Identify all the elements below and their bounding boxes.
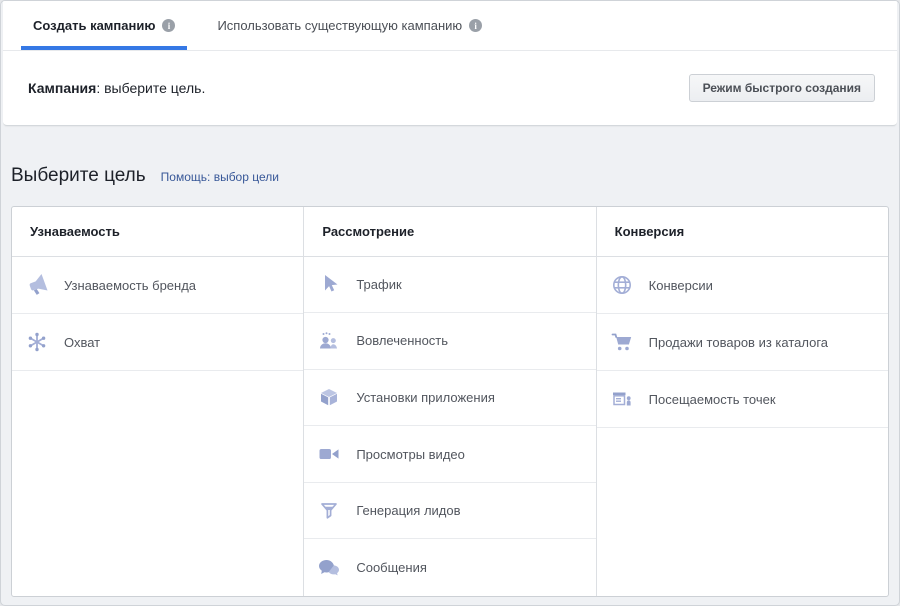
reach-icon [25,330,49,354]
objective-label: Посещаемость точек [649,392,776,407]
column-empty-space [12,371,303,596]
objective-lead-generation[interactable]: Генерация лидов [304,483,595,540]
objective-video-views[interactable]: Просмотры видео [304,426,595,483]
column-header: Конверсия [597,207,888,257]
objective-engagement[interactable]: Вовлеченность [304,313,595,370]
objective-messages[interactable]: Сообщения [304,539,595,596]
quick-creation-mode-button[interactable]: Режим быстрого создания [689,74,875,102]
objective-label: Продажи товаров из каталога [649,335,828,350]
column-header: Узнаваемость [12,207,303,257]
campaign-status-row: Кампания: выберите цель. Режим быстрого … [3,51,897,125]
engagement-icon [317,329,341,353]
info-icon[interactable]: i [469,19,482,32]
megaphone-icon [25,273,49,297]
objective-label: Конверсии [649,278,713,293]
objective-label: Просмотры видео [356,447,465,462]
campaign-header-panel: Создать кампанию i Использовать существу… [3,1,897,126]
cube-icon [317,386,341,410]
objective-reach[interactable]: Охват [12,314,303,371]
campaign-status-text: Кампания: выберите цель. [28,80,205,96]
tab-use-existing-campaign-label: Использовать существующую кампанию [217,18,462,33]
objective-label: Узнаваемость бренда [64,278,196,293]
objective-column-consideration: Рассмотрение Трафик Вовлеченность Устано… [304,207,596,596]
objective-label: Установки приложения [356,390,495,405]
info-icon[interactable]: i [162,19,175,32]
objective-section-title: Выберите цель [11,165,146,187]
objective-app-installs[interactable]: Установки приложения [304,370,595,427]
cursor-icon [317,272,341,296]
campaign-status-text-bold: Кампания [28,80,96,96]
objective-help-link[interactable]: Помощь: выбор цели [161,170,279,184]
objective-catalog-sales[interactable]: Продажи товаров из каталога [597,314,888,371]
objective-label: Вовлеченность [356,333,448,348]
messages-icon [317,556,341,580]
objective-label: Трафик [356,277,401,292]
column-empty-space [597,428,888,596]
store-icon [610,387,634,411]
objective-label: Охват [64,335,100,350]
column-header: Рассмотрение [304,207,595,257]
tab-create-campaign-label: Создать кампанию [33,18,155,33]
objective-table: Узнаваемость Узнаваемость бренда Охват Р… [11,206,889,597]
video-icon [317,442,341,466]
ads-manager-campaign-screen: Создать кампанию i Использовать существу… [0,0,900,606]
globe-icon [610,273,634,297]
campaign-status-text-rest: : выберите цель. [96,80,205,96]
funnel-icon [317,499,341,523]
cart-icon [610,330,634,354]
campaign-tabbar: Создать кампанию i Использовать существу… [3,1,897,51]
objective-section-header: Выберите цель Помощь: выбор цели [11,165,889,187]
objective-column-awareness: Узнаваемость Узнаваемость бренда Охват [12,207,304,596]
objective-column-conversion: Конверсия Конверсии Продажи товаров из к… [597,207,888,596]
tab-create-campaign[interactable]: Создать кампанию i [21,1,187,50]
objective-brand-awareness[interactable]: Узнаваемость бренда [12,257,303,314]
objective-store-visits[interactable]: Посещаемость точек [597,371,888,428]
objective-label: Генерация лидов [356,503,460,518]
objective-label: Сообщения [356,560,427,575]
tab-use-existing-campaign[interactable]: Использовать существующую кампанию i [205,1,494,50]
objective-traffic[interactable]: Трафик [304,257,595,314]
objective-conversions[interactable]: Конверсии [597,257,888,314]
